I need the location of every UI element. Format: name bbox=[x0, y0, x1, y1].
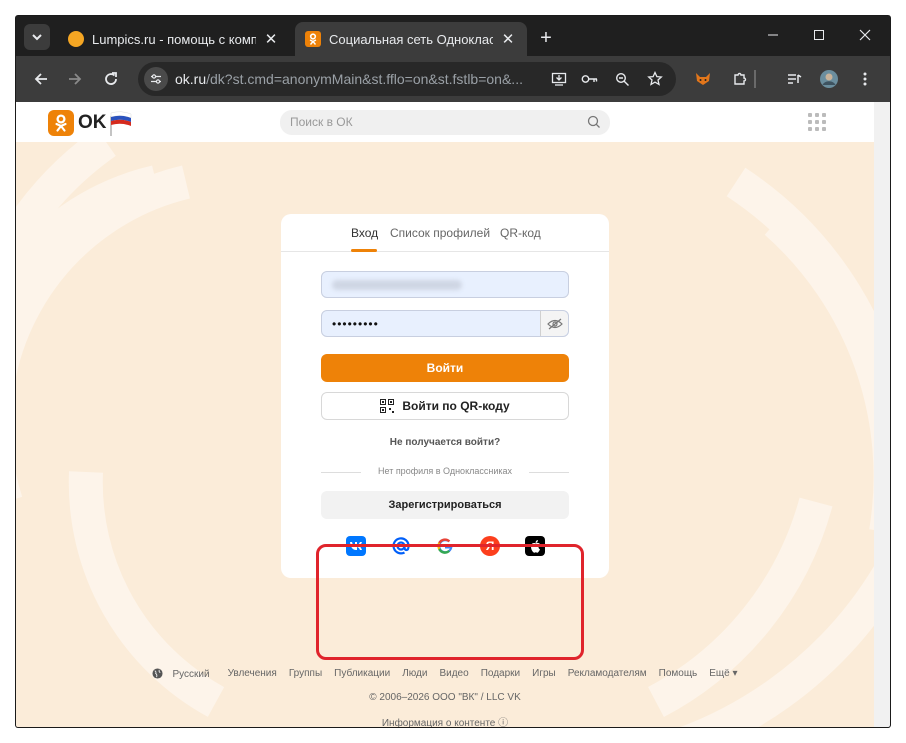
page-content: OK Поиск в ОК Вход Список профилей QR-ко… bbox=[16, 102, 874, 727]
chevron-down-icon bbox=[32, 34, 42, 41]
footer-link-hobbies[interactable]: Увлечения bbox=[228, 668, 277, 680]
arrow-right-icon bbox=[69, 73, 82, 85]
qr-login-label: Войти по QR-коду bbox=[402, 399, 510, 413]
ok-logo[interactable]: OK bbox=[48, 110, 133, 136]
copyright: © 2006–2026 ООО "ВК" / LLC VK bbox=[369, 692, 521, 703]
cant-login-link[interactable]: Не получается войти? bbox=[281, 437, 609, 448]
search-placeholder: Поиск в ОК bbox=[290, 115, 353, 129]
show-password-button[interactable] bbox=[540, 311, 568, 336]
password-field[interactable]: ••••••••• bbox=[321, 310, 569, 337]
tab-title: Социальная сеть Одноклассники bbox=[329, 31, 493, 47]
footer-link-advertisers[interactable]: Рекламодателям bbox=[568, 668, 647, 680]
active-tab-indicator bbox=[351, 249, 377, 252]
url-text[interactable]: ok.ru/dk?st.cmd=anonymMain&st.fflo=on&st… bbox=[175, 71, 535, 87]
address-bar[interactable]: ok.ru/dk?st.cmd=anonymMain&st.fflo=on&st… bbox=[138, 62, 676, 96]
footer-link-language[interactable]: Русский bbox=[152, 668, 215, 680]
register-highlight-frame bbox=[316, 544, 584, 660]
ok-header: OK Поиск в ОК bbox=[16, 102, 874, 142]
reading-list-icon[interactable] bbox=[781, 66, 807, 92]
footer-link-help[interactable]: Помощь bbox=[659, 668, 698, 680]
qr-code-icon bbox=[380, 399, 395, 413]
extensions-puzzle-icon[interactable] bbox=[727, 66, 753, 92]
footer-link-publications[interactable]: Публикации bbox=[334, 668, 390, 680]
lumpics-favicon-icon bbox=[68, 31, 84, 47]
ok-logo-text: OK bbox=[78, 112, 107, 133]
browser-window: Lumpics.ru - помощь с компьютером ✕ Соци… bbox=[16, 16, 890, 727]
password-value: ••••••••• bbox=[332, 317, 379, 331]
footer-link-groups[interactable]: Группы bbox=[289, 668, 322, 680]
login-card: Вход Список профилей QR-код ••••••••• Во… bbox=[281, 214, 609, 578]
minimize-icon bbox=[768, 34, 778, 36]
new-tab-button[interactable]: + bbox=[534, 26, 558, 50]
login-submit-button[interactable]: Войти bbox=[321, 354, 569, 382]
tab-ok[interactable]: Социальная сеть Одноклассники ✕ bbox=[295, 22, 527, 56]
tab-login[interactable]: Вход bbox=[351, 226, 378, 240]
close-icon[interactable]: ✕ bbox=[262, 30, 280, 48]
login-value-blurred bbox=[332, 280, 462, 290]
tab-title: Lumpics.ru - помощь с компьютером bbox=[92, 31, 256, 47]
tab-profile-list[interactable]: Список профилей bbox=[390, 226, 490, 240]
eye-off-icon bbox=[546, 318, 563, 329]
window-close-button[interactable] bbox=[842, 16, 888, 54]
russian-flag-icon bbox=[110, 111, 131, 136]
search-icon[interactable] bbox=[586, 114, 602, 130]
arrow-left-icon bbox=[34, 73, 47, 85]
footer-link-people[interactable]: Люди bbox=[402, 668, 427, 680]
reload-icon bbox=[105, 72, 117, 85]
back-button[interactable] bbox=[28, 66, 54, 92]
tab-search-button[interactable] bbox=[24, 24, 50, 50]
close-icon[interactable]: ✕ bbox=[499, 30, 517, 48]
login-tabs: Вход Список профилей QR-код bbox=[281, 214, 609, 252]
key-icon[interactable] bbox=[578, 67, 602, 91]
tab-strip: Lumpics.ru - помощь с компьютером ✕ Соци… bbox=[16, 16, 890, 56]
toolbar-divider bbox=[754, 70, 756, 88]
maximize-icon bbox=[814, 30, 824, 40]
close-icon bbox=[859, 29, 871, 41]
site-settings-icon[interactable] bbox=[144, 67, 168, 91]
login-field[interactable] bbox=[321, 271, 569, 298]
maximize-button[interactable] bbox=[796, 16, 842, 54]
no-profile-label: Нет профиля в Одноклассниках bbox=[321, 466, 569, 476]
reload-button[interactable] bbox=[98, 66, 124, 92]
footer-link-games[interactable]: Игры bbox=[532, 668, 556, 680]
install-app-icon[interactable] bbox=[547, 67, 571, 91]
browser-toolbar: ok.ru/dk?st.cmd=anonymMain&st.fflo=on&st… bbox=[16, 56, 890, 102]
qr-login-button[interactable]: Войти по QR-коду bbox=[321, 392, 569, 420]
zoom-icon[interactable] bbox=[610, 67, 634, 91]
ok-search-input[interactable]: Поиск в ОК bbox=[280, 110, 610, 135]
minimize-button[interactable] bbox=[750, 16, 796, 54]
page-scrollbar[interactable] bbox=[874, 102, 890, 727]
footer-link-gifts[interactable]: Подарки bbox=[481, 668, 520, 680]
forward-button[interactable] bbox=[62, 66, 88, 92]
content-info-link[interactable]: Информация о контенте ⓘ bbox=[16, 714, 874, 727]
tab-qr-code[interactable]: QR-код bbox=[500, 226, 541, 240]
extension-fox-icon[interactable] bbox=[690, 66, 716, 92]
profile-avatar[interactable] bbox=[816, 66, 842, 92]
ok-logo-icon bbox=[48, 110, 74, 136]
apps-grid-icon[interactable] bbox=[808, 113, 826, 131]
footer-link-video[interactable]: Видео bbox=[439, 668, 468, 680]
register-button[interactable]: Зарегистрироваться bbox=[321, 491, 569, 519]
footer-link-more[interactable]: Ещё ▾ bbox=[709, 668, 737, 680]
url-path: /dk?st.cmd=anonymMain&st.fflo=on&st.fstl… bbox=[206, 71, 523, 87]
footer-links: Русский Увлечения Группы Публикации Люди… bbox=[16, 668, 874, 680]
globe-icon bbox=[152, 668, 164, 679]
url-host: ok.ru bbox=[175, 71, 207, 87]
browser-menu-icon[interactable] bbox=[852, 66, 878, 92]
ok-favicon-icon bbox=[305, 31, 321, 47]
bookmark-star-icon[interactable] bbox=[643, 67, 667, 91]
tab-lumpics[interactable]: Lumpics.ru - помощь с компьютером ✕ bbox=[58, 22, 290, 56]
